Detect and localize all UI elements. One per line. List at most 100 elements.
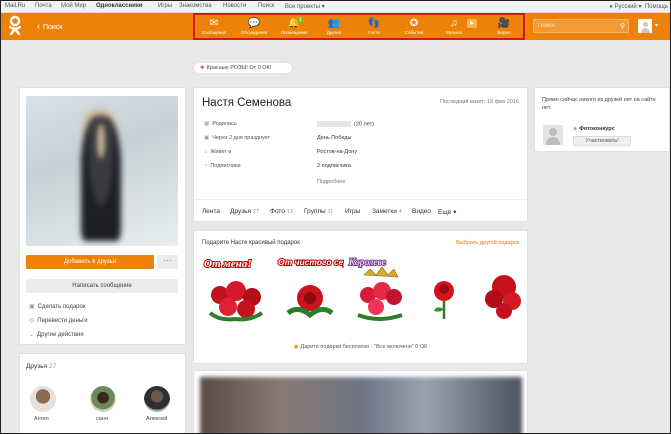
envelope-icon: ✉	[209, 18, 219, 29]
chat-bubbles-icon: 💬	[247, 18, 261, 29]
info-holiday-label: ▣ Через 2 дня празднует	[204, 135, 271, 141]
portal-link-all-projects[interactable]: Все проекты ▾	[285, 3, 325, 10]
portal-link-search[interactable]: Поиск	[258, 3, 275, 9]
gift-to-queen[interactable]: Королеве	[346, 253, 412, 325]
more-actions-button[interactable]: ···	[157, 255, 178, 269]
home-icon: ⌂	[204, 149, 208, 155]
gift-bouquet[interactable]	[480, 253, 524, 325]
tab-feed[interactable]: Лента	[202, 208, 220, 215]
gifts-title: Подарите Насте красивый подарок	[202, 240, 300, 246]
action-transfer-money[interactable]: ◎ Перевести деньги	[29, 317, 88, 324]
ok-logo-icon[interactable]	[7, 15, 23, 37]
friends-count: 27	[48, 363, 57, 370]
last-visit: Последний визит: 16 фев 2016	[440, 99, 519, 105]
gift-roses-from-me[interactable]: От мена!	[200, 253, 270, 325]
friend-avatar[interactable]	[144, 386, 170, 412]
portal-link-myworld[interactable]: Мой Мир	[61, 3, 86, 9]
chevron-left-icon: ‹	[37, 21, 40, 31]
tab-photos[interactable]: Фото 13	[270, 208, 293, 215]
calendar-icon: ▦	[204, 121, 210, 127]
friend-name[interactable]: саня	[96, 416, 108, 422]
gift-icon: ▣	[204, 135, 210, 141]
tab-groups[interactable]: Группы 11	[304, 208, 333, 215]
portal-right: ● Русский ▾ Помощь	[609, 3, 668, 10]
video-camera-icon: 🎥	[497, 18, 511, 29]
search-icon[interactable]: ⚲	[620, 22, 625, 30]
help-link[interactable]: Помощь	[645, 4, 668, 10]
info-holiday-value: День Победы	[317, 135, 352, 141]
participate-button[interactable]: Участвовать!	[573, 136, 631, 146]
gift-single-rose[interactable]	[422, 253, 466, 325]
people-icon: 👥	[327, 18, 341, 29]
tab-video[interactable]: Видео	[412, 208, 431, 215]
back-to-search[interactable]: ‹ Поиск	[37, 21, 62, 31]
gift-from-heart[interactable]: От чистого сердца	[274, 253, 344, 325]
friends-title[interactable]: Друзья 27	[26, 363, 56, 370]
nav-video[interactable]: 🎥 Видео	[485, 17, 523, 40]
gift-caption: От мена!	[204, 258, 252, 270]
contest-name[interactable]: ◈ Фотоконкурс	[573, 126, 615, 132]
profile-photo[interactable]	[26, 96, 178, 246]
nav-discussions[interactable]: 💬 Обсуждения	[235, 17, 273, 40]
main-nav-highlight: ✉ Сообщения 💬 Обсуждения 🔔 1 Оповещения …	[193, 13, 525, 40]
more-info-link[interactable]: Подробнее	[317, 179, 346, 185]
play-icon	[467, 19, 477, 28]
photos-strip[interactable]	[193, 370, 528, 433]
info-subscribers-value[interactable]: 2 подписчика	[317, 163, 351, 169]
nav-messages[interactable]: ✉ Сообщения	[195, 17, 233, 40]
online-friends-text: Прямо сейчас никого из друзей нет на сай…	[542, 97, 656, 111]
friend-avatar[interactable]	[90, 386, 116, 412]
portal-link-dating[interactable]: Знакомства	[179, 3, 212, 9]
bell-icon: 🔔	[287, 18, 301, 29]
info-city-value: Ростов-на-Дону	[317, 149, 358, 155]
rss-icon: ◔	[204, 163, 208, 169]
nav-friends[interactable]: 👥 Друзья	[315, 17, 353, 40]
user-menu-chevron-icon[interactable]: ▾	[655, 22, 658, 29]
gift-caption-3: Королеве	[348, 258, 386, 268]
nav-events[interactable]: ✪ События	[395, 17, 433, 40]
events-icon: ✪	[409, 18, 419, 29]
main-header: ‹ Поиск ✉ Сообщения 💬 Обсуждения 🔔 1 Опов…	[1, 13, 670, 40]
portal-bar: Mail.Ru Почта Мой Мир Одноклассники Игры…	[1, 1, 670, 13]
portal-link-mail[interactable]: Почта	[35, 3, 52, 9]
right-online-card: Прямо сейчас никого из друзей нет на сай…	[534, 87, 670, 152]
action-other[interactable]: ⌄ Другие действия	[29, 331, 84, 338]
free-gifts-banner[interactable]: ◉ Дарите подарки бесплатно - "Все включен…	[194, 344, 527, 350]
portal-link-games[interactable]: Игры	[158, 3, 172, 9]
tab-notes[interactable]: Заметки 4	[372, 208, 402, 215]
choose-other-gift-link[interactable]: Выбрать другой подарок	[456, 240, 519, 246]
money-icon: ◎	[29, 318, 35, 324]
friend-name[interactable]: Ангел	[34, 416, 49, 422]
portal-link-ok[interactable]: Одноклассники	[96, 3, 143, 9]
photos-blur	[200, 377, 522, 433]
nav-notifications[interactable]: 🔔 1 Оповещения	[275, 17, 313, 40]
write-message-button[interactable]: Написать сообщение	[26, 279, 178, 293]
tab-more[interactable]: Ещё ▾	[438, 208, 456, 216]
music-play-button[interactable]	[465, 17, 479, 40]
info-birth-label: ▦ Родилась	[204, 121, 237, 127]
action-send-gift[interactable]: ▣ Сделать подарок	[29, 303, 85, 310]
info-birth-value: (20 лет)	[317, 121, 374, 127]
gift-icon: ▣	[29, 304, 35, 310]
friend-name[interactable]: Алексей	[146, 416, 167, 422]
tab-friends[interactable]: Друзья 27	[230, 208, 259, 215]
user-avatar[interactable]	[638, 19, 652, 33]
nav-guests[interactable]: 👣 Гости	[355, 17, 393, 40]
gift-icon: ◉	[293, 344, 299, 350]
header-search: ⚲	[533, 19, 629, 33]
profile-card: Настя Семенова Последний визит: 16 фев 2…	[193, 87, 528, 222]
contest-avatar[interactable]	[543, 125, 563, 145]
chevron-down-icon: ⌄	[29, 332, 35, 338]
tab-games[interactable]: Игры	[345, 208, 360, 215]
add-friend-button[interactable]: Добавить в друзья	[26, 255, 154, 269]
footprints-icon: 👣	[367, 18, 381, 29]
portal-link-mailru[interactable]: Mail.Ru	[5, 3, 25, 9]
back-label: Поиск	[43, 24, 63, 31]
hidden-date	[317, 121, 351, 127]
notification-badge: 1	[297, 17, 304, 23]
search-input[interactable]	[534, 20, 614, 32]
friend-avatar[interactable]	[30, 386, 56, 412]
portal-link-news[interactable]: Новости	[223, 3, 246, 9]
promo-banner[interactable]: ❀ Красные РОЗЫ! От 0 ОК!	[193, 62, 293, 74]
language-select[interactable]: Русский ▾	[615, 4, 642, 10]
